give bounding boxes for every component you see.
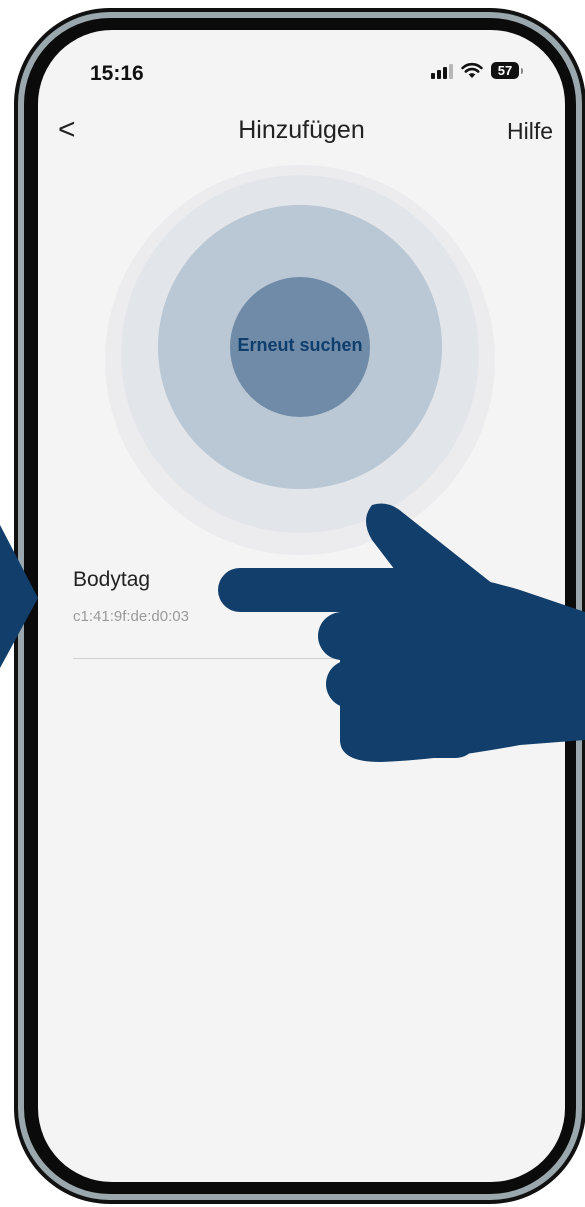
rescan-label[interactable]: Erneut suchen — [225, 335, 375, 356]
status-time: 15:16 — [90, 62, 144, 85]
app-screen: 15:16 57 < Hinzufügen Hilfe Erneut suche… — [38, 30, 565, 1182]
list-divider — [73, 658, 543, 659]
device-mac-address: c1:41:9f:de:d0:03 — [73, 608, 189, 625]
wifi-icon — [461, 62, 483, 78]
page-title: Hinzufügen — [238, 116, 365, 144]
battery-level: 57 — [497, 63, 513, 78]
device-name: Bodytag — [73, 568, 151, 591]
signal-icon — [431, 63, 453, 79]
battery-icon: 57 — [491, 62, 523, 79]
device-list-item[interactable]: Bodytag c1:41:9f:de:d0:03 — [73, 560, 543, 660]
status-icons: 57 — [431, 62, 523, 79]
help-button[interactable]: Hilfe — [507, 118, 553, 145]
